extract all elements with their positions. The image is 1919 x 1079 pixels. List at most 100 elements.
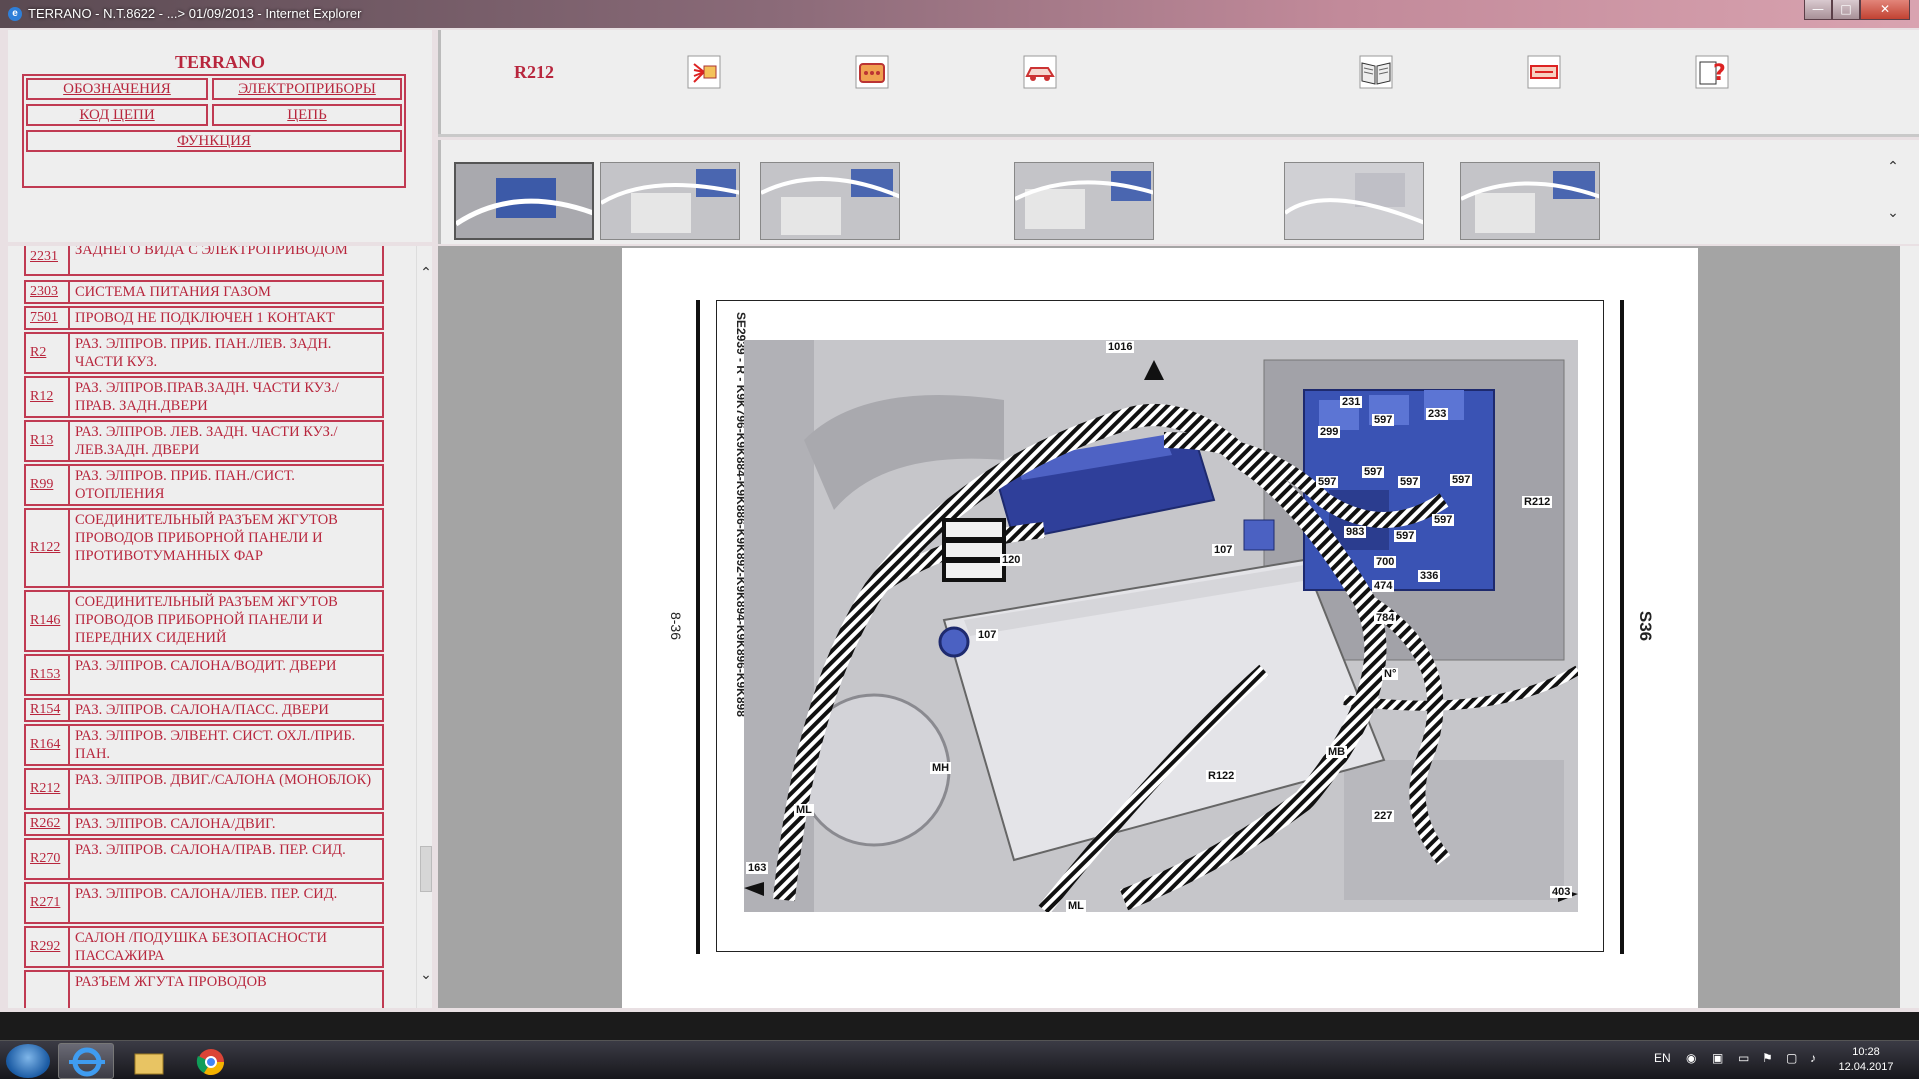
callout-120: 120 bbox=[1000, 554, 1023, 566]
close-button[interactable]: ✕ bbox=[1860, 0, 1910, 20]
list-scroll-up-button[interactable]: ⌃ bbox=[417, 264, 432, 282]
list-item-code[interactable]: R271 bbox=[26, 884, 70, 922]
list-item-desc: РАЗ. ЭЛПРОВ. ЛЕВ. ЗАДН. ЧАСТИ КУЗ./ЛЕВ.З… bbox=[75, 424, 338, 458]
list-scrollbar[interactable]: ⌃ ⌄ bbox=[416, 246, 432, 1008]
callout-784: 784 bbox=[1374, 612, 1397, 624]
list-item[interactable]: 2303 СИСТЕМА ПИТАНИЯ ГАЗОМ bbox=[24, 280, 384, 304]
nav-panel: TERRANO ОБОЗНАЧЕНИЯ ЭЛЕКТРОПРИБОРЫ КОД Ц… bbox=[8, 30, 432, 242]
list-item-code[interactable]: R13 bbox=[26, 422, 70, 460]
tray-volume-icon[interactable]: ♪ bbox=[1810, 1051, 1816, 1065]
taskbar-explorer-icon[interactable] bbox=[120, 1043, 176, 1079]
list-item-code[interactable]: 2303 bbox=[26, 282, 70, 302]
callout-597: 597 bbox=[1362, 466, 1385, 478]
diagram-scrollbar[interactable] bbox=[1900, 246, 1919, 1008]
list-scroll-thumb[interactable] bbox=[420, 846, 432, 892]
list-item-desc: ЗАДНЕГО ВИДА С ЭЛЕКТРОПРИВОДОМ bbox=[75, 246, 348, 258]
list-item[interactable]: R262 РАЗ. ЭЛПРОВ. САЛОНА/ДВИГ. bbox=[24, 812, 384, 836]
callout-mb: MB bbox=[1326, 746, 1348, 758]
list-item-code[interactable]: R122 bbox=[26, 510, 70, 586]
list-item-desc: РАЗЪЕМ ЖГУТА ПРОВОДОВ bbox=[75, 974, 267, 990]
maximize-button[interactable]: □ bbox=[1832, 0, 1860, 20]
callout-336: 336 bbox=[1418, 570, 1441, 582]
list-item-desc: СОЕДИНИТЕЛЬНЫЙ РАЗЪЕМ ЖГУТОВ ПРОВОДОВ ПР… bbox=[75, 594, 338, 646]
list-item[interactable]: R2 РАЗ. ЭЛПРОВ. ПРИБ. ПАН./ЛЕВ. ЗАДН. ЧАС… bbox=[24, 332, 384, 374]
list-scroll-down-button[interactable]: ⌄ bbox=[417, 966, 432, 984]
list-item[interactable]: R122 СОЕДИНИТЕЛЬНЫЙ РАЗЪЕМ ЖГУТОВ ПРОВОДО… bbox=[24, 508, 384, 588]
thumbnail-3[interactable] bbox=[760, 162, 900, 240]
list-item-code[interactable]: R153 bbox=[26, 656, 70, 694]
thumb-scroll-up-button[interactable]: ⌃ bbox=[1884, 158, 1902, 176]
taskbar-chrome-icon[interactable] bbox=[182, 1043, 238, 1079]
list-item[interactable]: 2231 ЗАДНЕГО ВИДА С ЭЛЕКТРОПРИВОДОМ bbox=[24, 246, 384, 276]
tray-monitor-icon[interactable]: ▢ bbox=[1786, 1051, 1797, 1065]
nav-circuit-code-link[interactable]: КОД ЦЕПИ bbox=[26, 104, 208, 126]
window-titlebar[interactable]: e TERRANO - N.T.8622 - ...> 01/09/2013 -… bbox=[0, 0, 1919, 28]
list-item[interactable]: R164 РАЗ. ЭЛПРОВ. ЭЛВЕНТ. СИСТ. ОХЛ./ПРИБ… bbox=[24, 724, 384, 766]
callout-700: 700 bbox=[1374, 556, 1397, 568]
list-item-code[interactable]: 7501 bbox=[26, 308, 70, 328]
list-item[interactable]: R99 РАЗ. ЭЛПРОВ. ПРИБ. ПАН./СИСТ. ОТОПЛЕН… bbox=[24, 464, 384, 506]
list-item[interactable]: R292 САЛОН /ПОДУШКА БЕЗОПАСНОСТИ ПАССАЖИР… bbox=[24, 926, 384, 968]
list-item[interactable]: R12 РАЗ. ЭЛПРОВ.ПРАВ.ЗАДН. ЧАСТИ КУЗ./ПРА… bbox=[24, 376, 384, 418]
callout-227: 227 bbox=[1372, 810, 1395, 822]
nav-circuit-link[interactable]: ЦЕПЬ bbox=[212, 104, 402, 126]
language-indicator[interactable]: EN bbox=[1654, 1051, 1671, 1065]
list-item-code[interactable]: R12 bbox=[26, 378, 70, 416]
list-item[interactable]: R13 РАЗ. ЭЛПРОВ. ЛЕВ. ЗАДН. ЧАСТИ КУЗ./ЛЕ… bbox=[24, 420, 384, 462]
thumbnail-1[interactable] bbox=[454, 162, 594, 240]
list-item[interactable]: R212 РАЗ. ЭЛПРОВ. ДВИГ./САЛОНА (МОНОБЛОК) bbox=[24, 768, 384, 810]
list-item[interactable]: R154 РАЗ. ЭЛПРОВ. САЛОНА/ПАСС. ДВЕРИ bbox=[24, 698, 384, 722]
thumbnail-5[interactable] bbox=[1284, 162, 1424, 240]
list-item-desc: РАЗ. ЭЛПРОВ. ДВИГ./САЛОНА (МОНОБЛОК) bbox=[75, 772, 372, 788]
window-title: TERRANO - N.T.8622 - ...> 01/09/2013 - I… bbox=[28, 6, 362, 21]
minimize-button[interactable]: — bbox=[1804, 0, 1832, 20]
list-item[interactable]: R271 РАЗ. ЭЛПРОВ. САЛОНА/ЛЕВ. ПЕР. СИД. bbox=[24, 882, 384, 924]
thumb-scroll-down-button[interactable]: ⌄ bbox=[1884, 204, 1902, 222]
tray-display-icon[interactable]: ▭ bbox=[1738, 1051, 1749, 1065]
book-icon[interactable] bbox=[1358, 54, 1394, 90]
list-item-code[interactable]: R154 bbox=[26, 700, 70, 720]
list-item-code[interactable]: R2 bbox=[26, 334, 70, 372]
nav-function-link[interactable]: ФУНКЦИЯ bbox=[26, 130, 402, 152]
list-item-code[interactable]: R270 bbox=[26, 840, 70, 878]
tray-flag-icon[interactable]: ⚑ bbox=[1762, 1051, 1773, 1065]
list-item-code[interactable]: R262 bbox=[26, 814, 70, 834]
system-clock[interactable]: 10:28 12.04.2017 bbox=[1836, 1045, 1896, 1075]
tray-app-icon[interactable]: ▣ bbox=[1712, 1051, 1723, 1065]
list-item-code[interactable]: R292 bbox=[26, 928, 70, 966]
list-item[interactable]: 7501 ПРОВОД НЕ ПОДКЛЮЧЕН 1 КОНТАКТ bbox=[24, 306, 384, 330]
list-item[interactable]: R146 СОЕДИНИТЕЛЬНЫЙ РАЗЪЕМ ЖГУТОВ ПРОВОДО… bbox=[24, 590, 384, 652]
callout-n: N° bbox=[1382, 668, 1399, 680]
start-button[interactable] bbox=[6, 1044, 50, 1078]
list-item-code[interactable]: R99 bbox=[26, 466, 70, 504]
list-item-desc: РАЗ. ЭЛПРОВ. САЛОНА/ВОДИТ. ДВЕРИ bbox=[75, 658, 337, 674]
fuse-icon[interactable] bbox=[1526, 54, 1562, 90]
thumbnail-2[interactable] bbox=[600, 162, 740, 240]
thumbnail-6[interactable] bbox=[1460, 162, 1600, 240]
thumbnail-4[interactable] bbox=[1014, 162, 1154, 240]
list-item[interactable]: R153 РАЗ. ЭЛПРОВ. САЛОНА/ВОДИТ. ДВЕРИ bbox=[24, 654, 384, 696]
list-item-code[interactable]: R146 bbox=[26, 592, 70, 650]
list-item-code[interactable] bbox=[26, 972, 70, 1008]
nav-devices-link[interactable]: ЭЛЕКТРОПРИБОРЫ bbox=[212, 78, 402, 100]
car-icon[interactable] bbox=[1022, 54, 1058, 90]
tray-network-icon[interactable]: ◉ bbox=[1686, 1051, 1696, 1065]
list-item-code[interactable]: R212 bbox=[26, 770, 70, 808]
engine-bay-illustration bbox=[744, 340, 1578, 912]
current-code-label: R212 bbox=[514, 62, 554, 82]
taskbar-ie-icon[interactable] bbox=[58, 1043, 114, 1079]
list-item-desc: СОЕДИНИТЕЛЬНЫЙ РАЗЪЕМ ЖГУТОВ ПРОВОДОВ ПР… bbox=[75, 512, 338, 564]
list-item-desc: РАЗ. ЭЛПРОВ. ПРИБ. ПАН./ЛЕВ. ЗАДН. ЧАСТИ… bbox=[75, 336, 332, 370]
help-icon[interactable]: ? bbox=[1694, 54, 1730, 90]
brand-title: TERRANO bbox=[174, 52, 265, 72]
clock-date: 12.04.2017 bbox=[1838, 1061, 1894, 1073]
connector-icon[interactable] bbox=[854, 54, 890, 90]
page-right-rule bbox=[1620, 300, 1624, 954]
wiring-icon[interactable] bbox=[686, 54, 722, 90]
nav-designations-link[interactable]: ОБОЗНАЧЕНИЯ bbox=[26, 78, 208, 100]
list-item-code[interactable]: 2231 bbox=[26, 246, 70, 274]
list-item[interactable]: РАЗЪЕМ ЖГУТА ПРОВОДОВ bbox=[24, 970, 384, 1008]
list-item-code[interactable]: R164 bbox=[26, 726, 70, 764]
page-number-left: 8-36 bbox=[668, 611, 685, 641]
list-item[interactable]: R270 РАЗ. ЭЛПРОВ. САЛОНА/ПРАВ. ПЕР. СИД. bbox=[24, 838, 384, 880]
